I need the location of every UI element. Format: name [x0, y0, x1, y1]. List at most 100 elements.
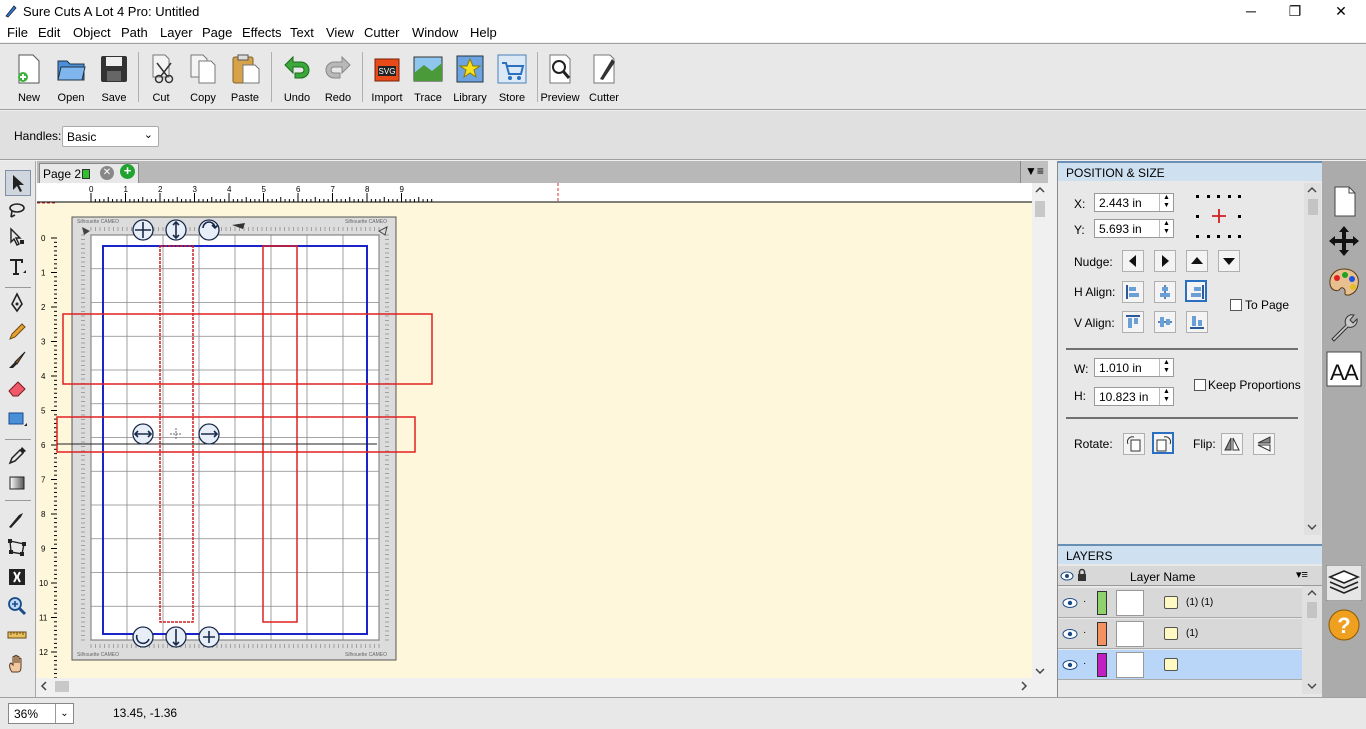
- menu-page[interactable]: Page: [202, 25, 232, 40]
- align-center-button[interactable]: [1154, 281, 1176, 303]
- lock-toggle[interactable]: ·: [1083, 596, 1086, 607]
- eye-visibility-icon[interactable]: [1062, 597, 1078, 609]
- menu-effects[interactable]: Effects: [242, 25, 282, 40]
- select-tool[interactable]: [5, 170, 31, 196]
- redo-button[interactable]: Redo: [318, 49, 358, 105]
- open-button[interactable]: Open: [51, 49, 91, 105]
- close-tab-icon[interactable]: ✕: [100, 166, 114, 180]
- close-window-button[interactable]: ✕: [1318, 0, 1364, 22]
- trace-button[interactable]: Trace: [408, 49, 448, 105]
- pan-tool[interactable]: [5, 652, 31, 678]
- menu-text[interactable]: Text: [290, 25, 314, 40]
- handles-dropdown[interactable]: Basic ⌄: [62, 126, 159, 147]
- flip-horizontal-button[interactable]: [1221, 433, 1243, 455]
- page-panel-button[interactable]: [1326, 183, 1362, 219]
- align-middle-button[interactable]: [1154, 311, 1176, 333]
- nudge-down-button[interactable]: [1218, 250, 1240, 272]
- lock-toggle[interactable]: ·: [1083, 658, 1086, 669]
- menu-cutter[interactable]: Cutter: [364, 25, 399, 40]
- zoom-dropdown[interactable]: 36% ⌄: [8, 703, 74, 724]
- flip-vertical-button[interactable]: [1253, 433, 1275, 455]
- eye-visibility-icon[interactable]: [1062, 659, 1078, 671]
- help-button[interactable]: ?: [1326, 607, 1362, 643]
- eraser-tool[interactable]: [5, 376, 31, 402]
- position-size-header[interactable]: POSITION & SIZE: [1058, 161, 1322, 181]
- menu-view[interactable]: View: [326, 25, 354, 40]
- layer-color-swatch[interactable]: [1097, 653, 1107, 677]
- layers-scrollbar[interactable]: [1302, 586, 1322, 694]
- cut-button[interactable]: Cut: [141, 49, 181, 105]
- import-button[interactable]: SVG Import: [367, 49, 407, 105]
- add-page-icon[interactable]: +: [120, 164, 135, 179]
- new-button[interactable]: New: [9, 49, 49, 105]
- layers-header[interactable]: LAYERS: [1058, 544, 1322, 564]
- menu-help[interactable]: Help: [470, 25, 497, 40]
- y-spinner[interactable]: ▲ ▼: [1159, 220, 1173, 237]
- menu-window[interactable]: Window: [412, 25, 458, 40]
- height-field[interactable]: 10.823 in ▲ ▼: [1094, 387, 1174, 406]
- undo-button[interactable]: Undo: [277, 49, 317, 105]
- maximize-button[interactable]: ❐: [1272, 0, 1318, 22]
- layers-panel-button[interactable]: [1325, 564, 1363, 602]
- brush-tool[interactable]: [5, 348, 31, 374]
- cutter-button[interactable]: Cutter: [584, 49, 624, 105]
- zoom-tool[interactable]: [5, 594, 31, 620]
- menu-layer[interactable]: Layer: [160, 25, 193, 40]
- canvas-horizontal-scrollbar[interactable]: [37, 678, 1032, 695]
- text-panel-button[interactable]: AA: [1326, 351, 1362, 387]
- rotate-ccw-button[interactable]: [1123, 433, 1145, 455]
- menu-edit[interactable]: Edit: [38, 25, 60, 40]
- x-position-field[interactable]: 2.443 in ▲ ▼: [1094, 193, 1174, 212]
- align-top-button[interactable]: [1122, 311, 1144, 333]
- position-size-scrollbar[interactable]: [1304, 183, 1321, 535]
- store-button[interactable]: Store: [492, 49, 532, 105]
- eye-visibility-icon[interactable]: [1062, 628, 1078, 640]
- node-edit-tool[interactable]: [5, 225, 31, 251]
- design-canvas[interactable]: 0123456789 0 1 2 3 4 5 6 7 8 9 10 11 12 Silhouette C…: [37, 183, 1032, 678]
- settings-panel-button[interactable]: [1326, 309, 1362, 345]
- align-left-button[interactable]: [1122, 281, 1144, 303]
- reference-point-selector[interactable]: [1194, 193, 1244, 241]
- text-tool[interactable]: [5, 255, 31, 281]
- lasso-tool[interactable]: [5, 198, 31, 224]
- pen-tool[interactable]: [5, 291, 31, 317]
- position-panel-button[interactable]: [1326, 223, 1362, 259]
- x-spinner[interactable]: ▲ ▼: [1159, 194, 1173, 211]
- canvas-vertical-scrollbar[interactable]: [1032, 183, 1048, 678]
- color-panel-button[interactable]: [1326, 265, 1362, 301]
- library-button[interactable]: Library: [450, 49, 490, 105]
- copy-button[interactable]: Copy: [183, 49, 223, 105]
- menu-object[interactable]: Object: [73, 25, 111, 40]
- minimize-button[interactable]: ─: [1228, 0, 1274, 22]
- nudge-left-button[interactable]: [1122, 250, 1144, 272]
- preview-button[interactable]: Preview: [540, 49, 580, 105]
- menu-file[interactable]: File: [7, 25, 28, 40]
- rotate-cw-button[interactable]: [1152, 432, 1174, 454]
- layers-menu-icon[interactable]: ▾≡: [1296, 568, 1308, 581]
- save-button[interactable]: Save: [94, 49, 134, 105]
- lock-toggle[interactable]: ·: [1083, 627, 1086, 638]
- paste-button[interactable]: Paste: [225, 49, 265, 105]
- weld-tool[interactable]: [5, 565, 31, 591]
- eyedropper-tool[interactable]: [5, 443, 31, 469]
- canvas-menu-button[interactable]: ▼≡: [1020, 161, 1048, 183]
- nudge-right-button[interactable]: [1154, 250, 1176, 272]
- keep-proportions-checkbox[interactable]: [1194, 379, 1206, 391]
- shape-tool[interactable]: [5, 407, 31, 433]
- align-right-button[interactable]: [1185, 280, 1207, 302]
- h-spinner[interactable]: ▲ ▼: [1159, 388, 1173, 405]
- layer-row[interactable]: ·: [1058, 650, 1302, 680]
- transform-tool[interactable]: [5, 535, 31, 561]
- gradient-tool[interactable]: [5, 471, 31, 497]
- y-position-field[interactable]: 5.693 in ▲ ▼: [1094, 219, 1174, 238]
- width-field[interactable]: 1.010 in ▲ ▼: [1094, 358, 1174, 377]
- w-spinner[interactable]: ▲ ▼: [1159, 359, 1173, 376]
- to-page-checkbox[interactable]: [1230, 299, 1242, 311]
- layer-color-swatch[interactable]: [1097, 622, 1107, 646]
- layer-color-swatch[interactable]: [1097, 591, 1107, 615]
- menu-path[interactable]: Path: [121, 25, 148, 40]
- align-bottom-button[interactable]: [1186, 311, 1208, 333]
- knife-tool[interactable]: [5, 507, 31, 533]
- pencil-tool[interactable]: [5, 320, 31, 346]
- layer-row[interactable]: · (1): [1058, 619, 1302, 649]
